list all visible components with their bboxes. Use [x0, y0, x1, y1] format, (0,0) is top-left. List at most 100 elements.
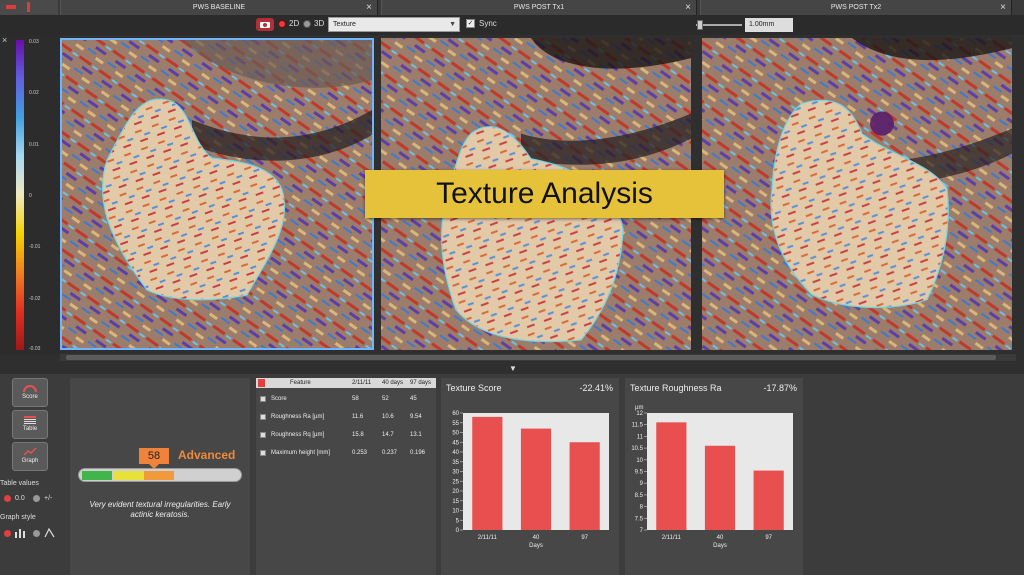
bar[interactable]	[656, 422, 687, 530]
x-tick-label: 97	[581, 535, 588, 541]
graph-view-label: Graph	[21, 458, 39, 464]
header-40-days: 40 days	[382, 380, 404, 386]
scale-tick: -0.02	[29, 296, 41, 302]
row-value: 0.253	[352, 450, 368, 456]
view-mode-value: Texture	[333, 21, 356, 28]
header-date: 2/11/11	[352, 380, 372, 386]
x-axis-label: Days	[529, 543, 543, 549]
y-tick-label: 8.5	[635, 493, 644, 499]
tab-pws-post-tx1[interactable]: PWS POST Tx1 ×	[381, 0, 697, 15]
y-tick-label: 50	[452, 431, 459, 437]
mode-2d-radio[interactable]	[278, 20, 286, 28]
y-tick-label: 0	[456, 528, 460, 534]
tab-label: PWS POST Tx1	[513, 4, 565, 11]
score-level: Advanced	[178, 448, 236, 462]
y-tick-label: 12	[636, 411, 643, 417]
scrollbar-thumb[interactable]	[66, 355, 996, 360]
record-icon	[27, 2, 30, 12]
tab-label: PWS BASELINE	[192, 4, 246, 11]
bar-chart-icon	[15, 529, 25, 538]
y-tick-label: 25	[452, 479, 459, 485]
row-value: 58	[352, 396, 359, 402]
texture-map-post-tx2[interactable]	[702, 38, 1012, 350]
mode-2d-label: 2D	[289, 19, 300, 28]
horizontal-scrollbar[interactable]	[60, 354, 1016, 361]
tab-pws-baseline[interactable]: PWS BASELINE ×	[60, 0, 378, 15]
row-checkbox[interactable]	[260, 450, 266, 456]
row-value: 0.237	[382, 450, 398, 456]
row-checkbox[interactable]	[260, 432, 266, 438]
app-window: PWS BASELINE × PWS POST Tx1 × PWS POST T…	[0, 0, 1024, 575]
y-axis-label: µm	[635, 405, 643, 411]
y-tick-label: 8	[640, 505, 644, 511]
graph-style-label: Graph style	[0, 514, 36, 521]
close-icon[interactable]: ×	[2, 35, 7, 45]
row-checkbox[interactable]	[260, 414, 266, 420]
texture-analysis-banner: Texture Analysis	[365, 170, 724, 218]
x-tick-label: 40	[533, 535, 540, 541]
y-tick-label: 10.5	[631, 446, 643, 452]
graph-view-button[interactable]: Graph	[12, 442, 48, 471]
close-icon[interactable]: ×	[685, 0, 691, 15]
gauge-segment-advanced	[144, 471, 174, 480]
row-value: 14.7	[382, 432, 394, 438]
y-tick-label: 55	[452, 421, 459, 427]
camera-button[interactable]	[256, 18, 274, 31]
y-tick-label: 30	[452, 470, 459, 476]
score-gauge	[78, 468, 242, 482]
bar[interactable]	[472, 416, 503, 530]
y-tick-label: 7.5	[635, 516, 644, 522]
table-row: Score 58 52 45	[256, 391, 436, 408]
close-icon[interactable]: ×	[1000, 0, 1006, 15]
bar[interactable]	[753, 470, 784, 530]
resolution-spinbox[interactable]: 1.00mm	[745, 18, 793, 32]
row-value: 10.6	[382, 414, 394, 420]
table-values-absolute-radio[interactable]	[4, 495, 11, 502]
row-checkbox[interactable]	[260, 396, 266, 402]
row-value: 15.8	[352, 432, 364, 438]
header-97-days: 97 days	[410, 380, 432, 386]
chart-plot: 0 5 10 15 20 25 30 35 40 45 50 55 60 2/11/11 40 97 Days	[452, 411, 609, 549]
row-value: 13.1	[410, 432, 422, 438]
score-card: 58 Advanced Very evident textural irregu…	[70, 378, 250, 575]
tab-bar: PWS BASELINE × PWS POST Tx1 × PWS POST T…	[0, 0, 1024, 15]
mode-3d-label: 3D	[314, 19, 325, 28]
table-header: Feature 2/11/11 40 days 97 days	[256, 378, 436, 388]
y-tick-label: 11	[637, 434, 644, 440]
x-tick-label: 97	[765, 535, 772, 541]
row-value: 0.196	[410, 450, 426, 456]
bar[interactable]	[520, 428, 552, 530]
y-tick-label: 9	[640, 481, 644, 487]
gauge-segment-low	[82, 471, 112, 480]
y-tick-label: 7	[640, 528, 644, 534]
score-view-button[interactable]: Score	[12, 378, 48, 407]
close-icon[interactable]: ×	[366, 0, 372, 15]
bar[interactable]	[704, 445, 736, 530]
table-view-button[interactable]: Table	[12, 410, 48, 439]
scale-tick: 0.02	[29, 90, 39, 96]
graph-style-line-radio[interactable]	[33, 530, 40, 537]
graph-style-bar-radio[interactable]	[4, 530, 11, 537]
table-values-relative-label: +/-	[44, 495, 53, 502]
mode-3d-radio[interactable]	[303, 20, 311, 28]
scale-tick: 0.03	[29, 39, 39, 45]
table-row: Maximum height [mm] 0.253 0.237 0.196	[256, 445, 436, 462]
table-row: Roughness Rq [µm] 15.8 14.7 13.1	[256, 427, 436, 444]
texture-map-baseline[interactable]	[60, 38, 374, 350]
scale-tick: -0.01	[29, 244, 41, 250]
bar[interactable]	[569, 442, 600, 530]
export-icon[interactable]	[258, 379, 266, 387]
table-values-relative-radio[interactable]	[33, 495, 40, 502]
x-tick-label: 40	[717, 535, 724, 541]
y-tick-label: 9.5	[635, 470, 644, 476]
chevron-down-icon: ▼	[449, 21, 456, 28]
view-mode-select[interactable]: Texture ▼	[328, 17, 460, 32]
tab-pws-post-tx2[interactable]: PWS POST Tx2 ×	[700, 0, 1012, 15]
line-chart-icon	[44, 528, 55, 538]
resolution-slider-handle[interactable]	[697, 20, 703, 30]
app-menu-button[interactable]	[0, 0, 58, 15]
row-feature: Roughness Rq [µm]	[271, 432, 325, 438]
sync-checkbox[interactable]: ✓	[466, 19, 475, 28]
collapse-arrow-icon[interactable]: ▼	[509, 364, 517, 373]
row-feature: Maximum height [mm]	[271, 450, 331, 456]
